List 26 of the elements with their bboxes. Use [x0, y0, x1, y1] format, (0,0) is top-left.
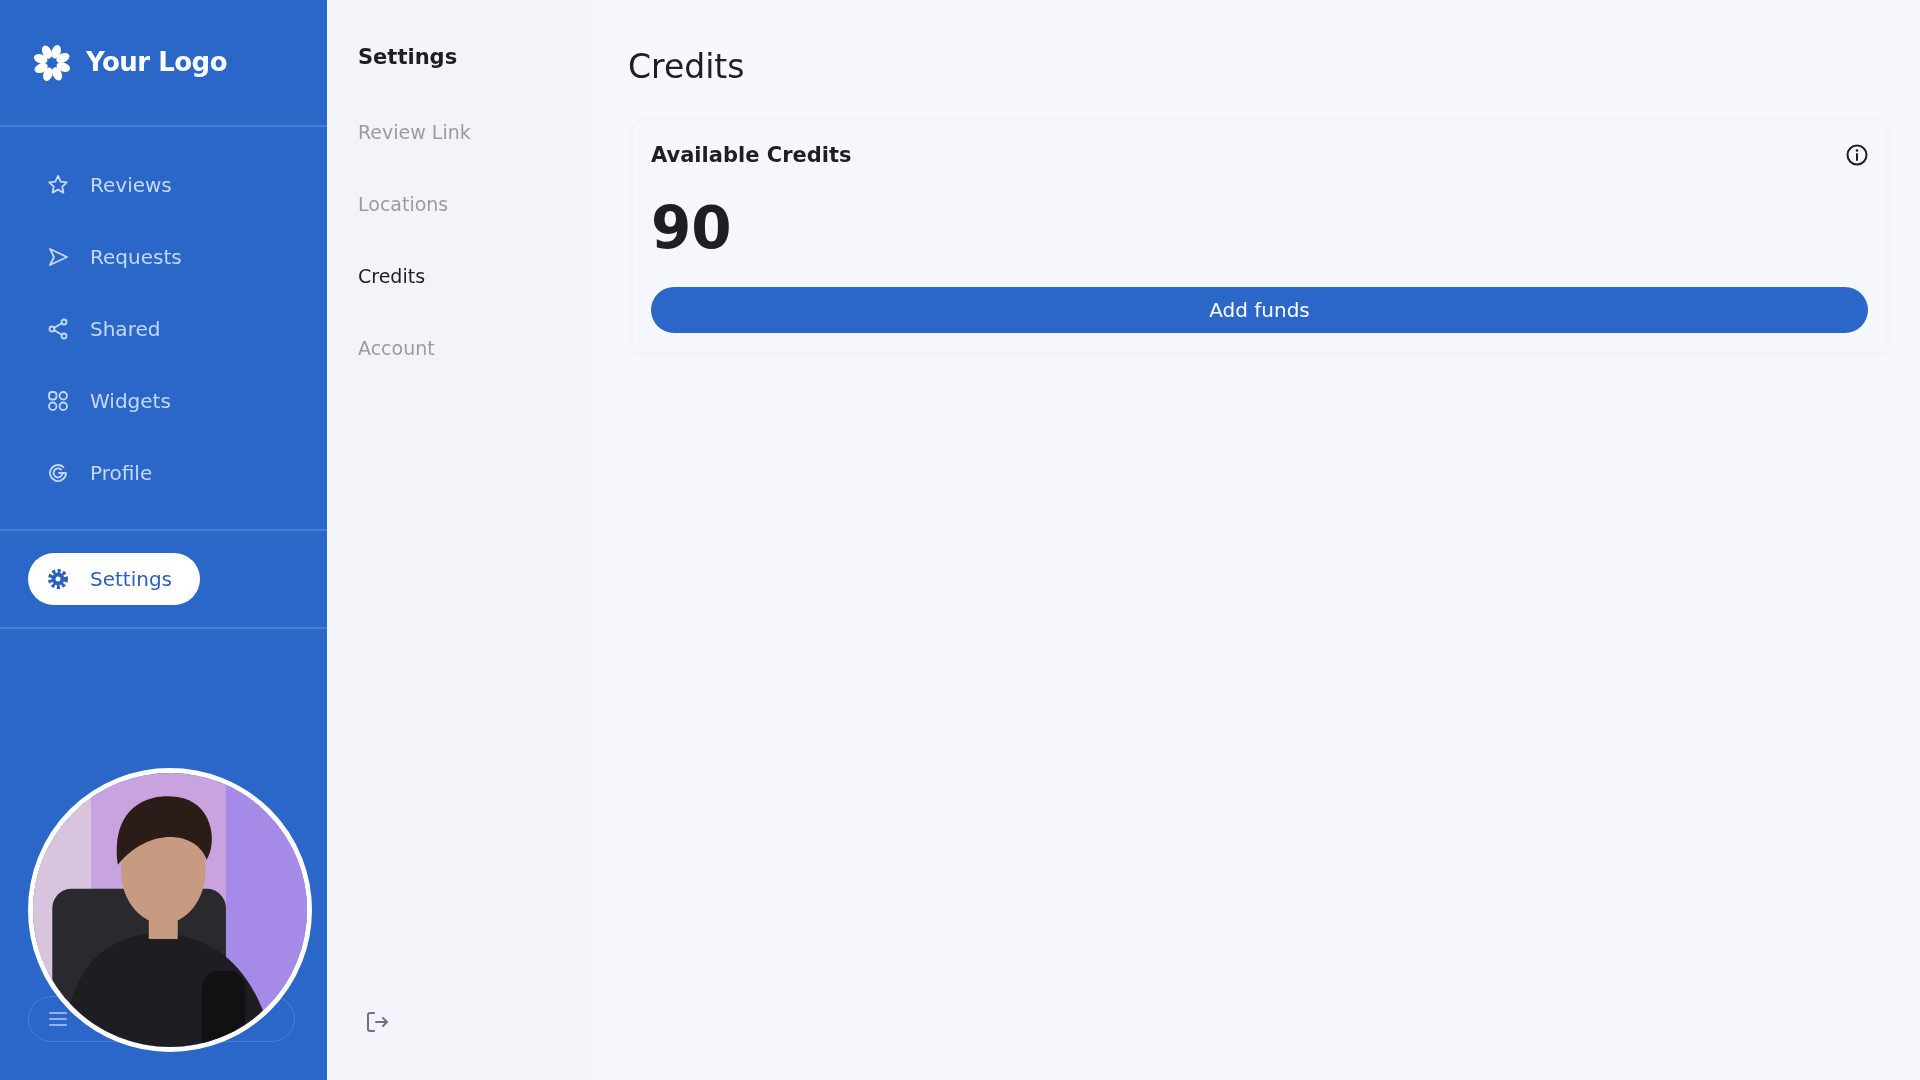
page-title: Credits — [628, 46, 746, 88]
flower-logo-icon — [32, 42, 72, 83]
settings-menu-item[interactable]: Review Link — [358, 95, 471, 168]
settings-menu-item[interactable]: Credits — [358, 239, 426, 312]
logo-text: Your Logo — [86, 46, 228, 79]
nav-item[interactable]: Widgets — [0, 365, 327, 437]
logout-icon[interactable] — [365, 1011, 389, 1033]
settings-menu-item[interactable]: Locations — [358, 167, 449, 240]
star-icon — [46, 173, 70, 197]
nav-item[interactable]: Profile — [0, 437, 327, 509]
g-letter-icon — [46, 461, 70, 485]
share-icon — [46, 317, 70, 341]
credits-value: 90 — [651, 199, 733, 257]
nav-item[interactable]: Settings — [28, 553, 201, 605]
panel-heading: Settings — [358, 44, 459, 71]
add-funds-button[interactable]: Add funds — [651, 287, 1868, 333]
menu-icon[interactable] — [49, 1012, 67, 1026]
card-title: Available Credits — [651, 141, 852, 169]
gear-icon — [46, 567, 70, 591]
nav-item[interactable]: Requests — [0, 221, 327, 293]
info-icon[interactable] — [1846, 144, 1868, 167]
send-icon — [46, 245, 70, 269]
grid-icon — [46, 389, 70, 413]
nav-item[interactable]: Shared — [0, 293, 327, 365]
nav-item[interactable]: Reviews — [0, 149, 327, 221]
settings-menu-item[interactable]: Account — [358, 311, 435, 384]
